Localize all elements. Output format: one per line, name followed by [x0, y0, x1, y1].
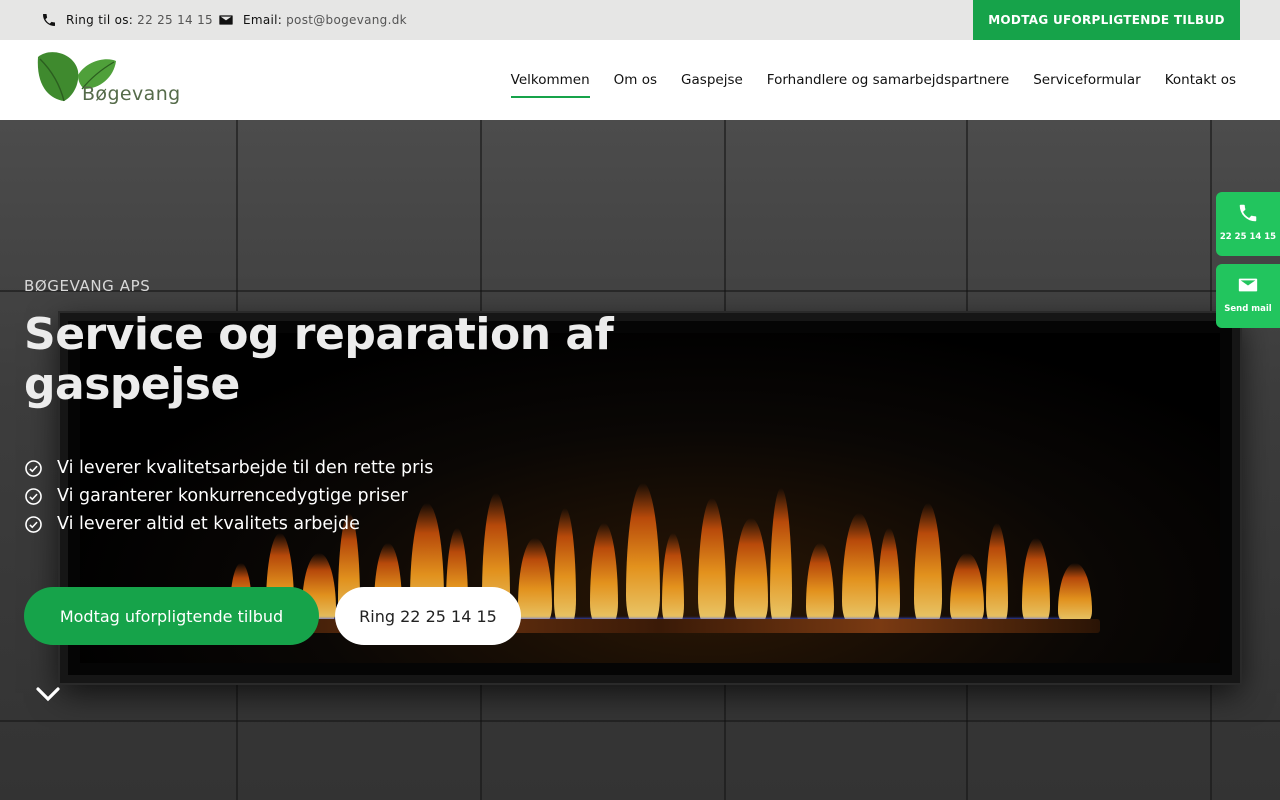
flame-decoration [698, 498, 726, 623]
topbar-email-address[interactable]: post@bogevang.dk [286, 13, 407, 27]
envelope-icon [219, 15, 233, 25]
nav-item-kontakt-os[interactable]: Kontakt os [1165, 66, 1236, 94]
nav-item-om-os[interactable]: Om os [614, 66, 657, 94]
side-call-label: 22 25 14 15 [1219, 232, 1277, 242]
list-item: Vi garanterer konkurrencedygtige priser [24, 482, 433, 510]
flame-decoration [554, 508, 576, 623]
chevron-down-icon[interactable] [36, 686, 60, 702]
hero-section: BØGEVANG APS Service og reparation af ga… [0, 120, 1280, 800]
site-logo[interactable]: Bøgevang [34, 49, 186, 111]
hero-bullets: Vi leverer kvalitetsarbejde til den rett… [24, 454, 433, 538]
topbar-phone[interactable]: Ring til os: 22 25 14 15 [41, 0, 213, 40]
nav-item-velkommen[interactable]: Velkommen [510, 66, 590, 98]
nav-item-serviceformular[interactable]: Serviceformular [1033, 66, 1141, 94]
flame-decoration [986, 523, 1008, 623]
hero-title: Service og reparation af gaspejse [24, 309, 614, 410]
check-circle-icon [25, 459, 42, 477]
flame-decoration [662, 533, 684, 623]
hero-eyebrow: BØGEVANG APS [24, 277, 151, 295]
bullet-text: Vi leverer kvalitetsarbejde til den rett… [57, 458, 434, 478]
list-item: Vi leverer altid et kvalitets arbejde [24, 510, 433, 538]
flame-decoration [842, 513, 876, 623]
phone-icon [1239, 204, 1257, 222]
offer-button[interactable]: Modtag uforpligtende tilbud [24, 587, 319, 645]
side-mail-label: Send mail [1224, 304, 1272, 314]
topbar-offer-button[interactable]: MODTAG UFORPLIGTENDE TILBUD [973, 0, 1240, 40]
flame-decoration [1058, 563, 1092, 623]
flame-decoration [1022, 538, 1050, 623]
flame-decoration [590, 523, 618, 623]
flame-decoration [878, 528, 900, 623]
nav-item-forhandlere[interactable]: Forhandlere og samarbejdspartnere [767, 66, 1009, 94]
top-bar: Ring til os: 22 25 14 15 Email: post@bog… [0, 0, 1280, 40]
side-call-widget[interactable]: 22 25 14 15 [1216, 192, 1280, 256]
flame-decoration [950, 553, 984, 623]
envelope-icon [1238, 278, 1258, 292]
flame-decoration [734, 518, 768, 623]
check-circle-icon [25, 515, 42, 533]
bullet-text: Vi leverer altid et kvalitets arbejde [57, 514, 360, 534]
flame-decoration [518, 538, 552, 623]
list-item: Vi leverer kvalitetsarbejde til den rett… [24, 454, 433, 482]
topbar-phone-label: Ring til os: [66, 13, 134, 27]
flame-decoration [626, 483, 660, 623]
topbar-phone-number[interactable]: 22 25 14 15 [137, 13, 213, 27]
check-circle-icon [25, 487, 42, 505]
flame-decoration [770, 488, 792, 623]
phone-icon [43, 14, 55, 26]
bullet-text: Vi garanterer konkurrencedygtige priser [57, 486, 408, 506]
main-nav: Velkommen Om os Gaspejse Forhandlere og … [510, 40, 1236, 120]
topbar-email[interactable]: Email: post@bogevang.dk [218, 0, 407, 40]
nav-item-gaspejse[interactable]: Gaspejse [681, 66, 743, 94]
site-header: Bøgevang Velkommen Om os Gaspejse Forhan… [0, 40, 1280, 120]
flame-decoration [914, 503, 942, 623]
topbar-email-label: Email: [243, 13, 283, 27]
logo-text: Bøgevang [82, 83, 181, 105]
flame-decoration [806, 543, 834, 623]
side-mail-widget[interactable]: Send mail [1216, 264, 1280, 328]
call-button[interactable]: Ring 22 25 14 15 [335, 587, 521, 645]
